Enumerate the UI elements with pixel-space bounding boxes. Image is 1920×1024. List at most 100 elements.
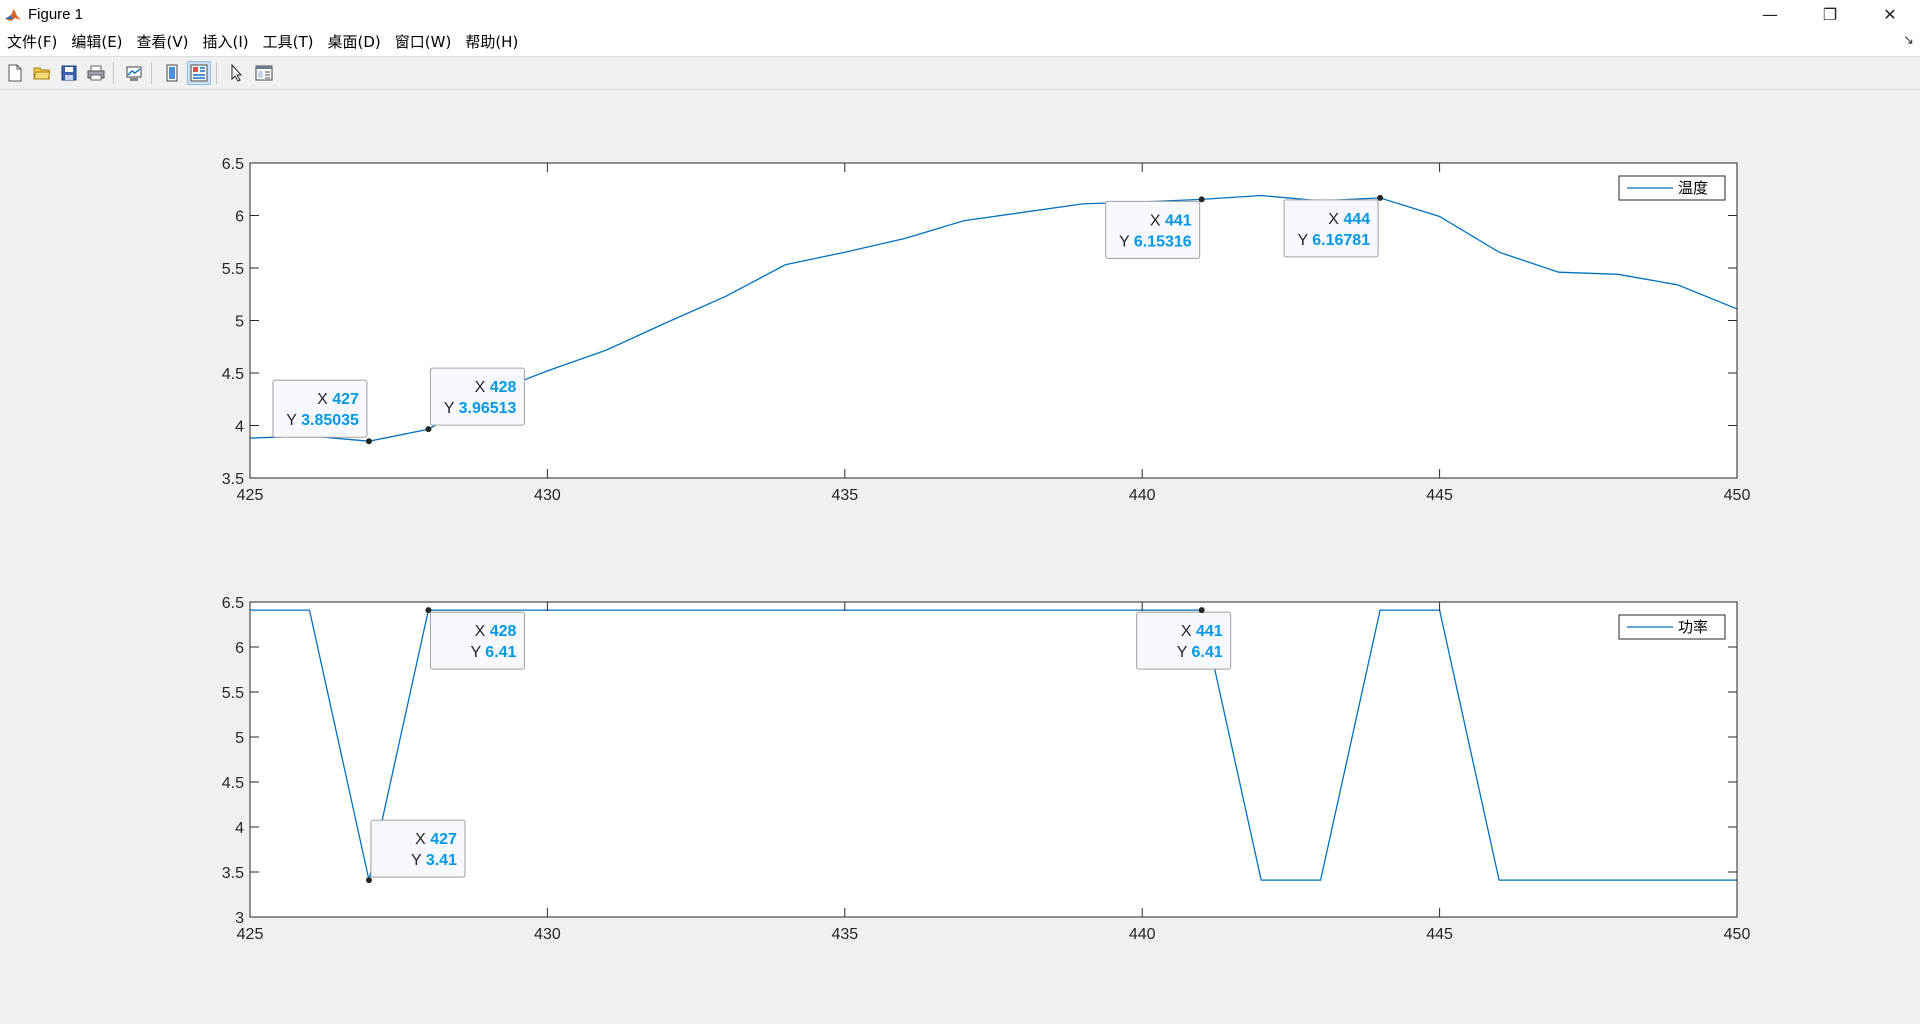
datatip-x-label: X: [475, 623, 490, 640]
datatip-x-row: X 441: [1150, 212, 1192, 229]
datatip-y-value: 3.96513: [459, 400, 517, 417]
datatip-y-value: 3.85035: [301, 412, 359, 429]
datatip[interactable]: X 427 Y 3.85035: [272, 379, 372, 445]
x-tick-label: 440: [1129, 487, 1156, 504]
datatip-marker[interactable]: [1198, 607, 1205, 614]
new-figure-button[interactable]: [3, 61, 27, 85]
x-tick-label: 440: [1129, 926, 1156, 943]
y-tick-label: 3.5: [222, 865, 244, 882]
legend[interactable]: 温度: [1618, 175, 1726, 201]
x-tick-label: 450: [1724, 926, 1751, 943]
y-tick-label: 6.5: [222, 156, 244, 173]
datatip-x-label: X: [475, 379, 490, 396]
datatip-y-label: Y: [444, 400, 459, 417]
y-tick-label: 4.5: [222, 775, 244, 792]
axes-2[interactable]: 425 430 435 440 445 450 3 3.5 4 4.5 5 5.5 6 6.5 功率 X 42…: [222, 595, 1751, 943]
menu-window[interactable]: 窗口(W): [388, 29, 459, 56]
axes-background: [250, 163, 1737, 478]
datatip-y-label: Y: [1119, 233, 1134, 250]
edit-plot-pointer-icon: [231, 64, 243, 82]
datatip-y-row: Y 3.41: [411, 852, 457, 869]
datatip-y-label: Y: [411, 852, 426, 869]
y-tick-label: 5: [235, 314, 244, 331]
datatip-x-label: X: [1150, 212, 1165, 229]
window-title: Figure 1: [28, 6, 84, 23]
axes-1[interactable]: 425 430 435 440 445 450 3.5 4 4.5 5 5.5 6 6.5 温度 X 427…: [222, 156, 1751, 504]
datatip-y-row: Y 3.85035: [286, 412, 359, 429]
datatip[interactable]: X 428 Y 6.41: [425, 607, 525, 670]
legend-entry: 温度: [1678, 180, 1708, 197]
minimize-button[interactable]: —: [1740, 0, 1800, 29]
datatip-x-value: 441: [1196, 623, 1223, 640]
datatip-x-row: X 427: [415, 831, 457, 848]
datatip-y-row: Y 3.96513: [444, 400, 517, 417]
y-tick-label: 6: [235, 209, 244, 226]
datatip[interactable]: X 441Y 6.41: [1136, 607, 1232, 670]
property-inspector-button[interactable]: [252, 61, 276, 85]
save-icon: [61, 65, 77, 81]
datatip-y-label: Y: [286, 412, 301, 429]
menu-insert[interactable]: 插入(I): [196, 29, 256, 56]
y-tick-label: 5.5: [222, 261, 244, 278]
datatip-x-value: 428: [490, 379, 517, 396]
y-tick-label: 5: [235, 730, 244, 747]
datatip-marker[interactable]: [1377, 194, 1384, 201]
menu-edit[interactable]: 编辑(E): [64, 29, 129, 56]
datatip-y-row: Y 6.41: [470, 644, 516, 661]
datatip[interactable]: X 444 Y 6.16781: [1283, 194, 1384, 258]
link-plot-icon: [126, 66, 142, 81]
y-tick-label: 4.5: [222, 366, 244, 383]
restore-icon: ❐: [1822, 5, 1838, 24]
property-inspector-icon: [255, 65, 273, 81]
datatip-y-value: 6.41: [485, 644, 516, 661]
x-tick-label: 445: [1426, 926, 1453, 943]
print-icon: [87, 65, 105, 81]
restore-button[interactable]: ❐: [1800, 0, 1860, 29]
datatip-y-label: Y: [1177, 644, 1192, 661]
menu-file[interactable]: 文件(F): [0, 29, 64, 56]
datatip-x-row: X 428: [475, 623, 517, 640]
datatip-marker[interactable]: [365, 438, 372, 445]
datatip-x-row: X 444: [1328, 211, 1370, 228]
new-figure-icon: [8, 64, 22, 82]
x-tick-label: 450: [1724, 487, 1751, 504]
x-tick-label: 425: [237, 487, 264, 504]
x-tick-label: 425: [237, 926, 264, 943]
toolbar-separator: [113, 62, 114, 84]
menu-view[interactable]: 查看(V): [130, 29, 196, 56]
datatip-y-value: 6.15316: [1134, 233, 1192, 250]
print-button[interactable]: [84, 61, 108, 85]
datatip[interactable]: X 428 Y 3.96513: [425, 367, 525, 433]
x-tick-label: 430: [534, 487, 561, 504]
datatip-marker[interactable]: [365, 877, 372, 884]
x-tick-label: 435: [831, 487, 858, 504]
close-button[interactable]: ✕: [1860, 0, 1920, 29]
close-icon: ✕: [1883, 5, 1897, 24]
datatip-x-label: X: [415, 831, 430, 848]
edit-plot-button[interactable]: [225, 61, 249, 85]
dock-figure-icon[interactable]: ↘: [1903, 33, 1914, 48]
y-tick-label: 4: [235, 820, 244, 837]
x-tick-label: 445: [1426, 487, 1453, 504]
datatip-y-row: Y 6.15316: [1119, 233, 1192, 250]
menu-desktop[interactable]: 桌面(D): [321, 29, 388, 56]
hide-plot-tools-icon: [166, 64, 178, 82]
datatip-marker[interactable]: [1198, 196, 1205, 203]
hide-plot-tools-button[interactable]: [160, 61, 184, 85]
datatip-x-label: X: [1181, 623, 1196, 640]
y-tick-label: 5.5: [222, 685, 244, 702]
open-file-button[interactable]: [30, 61, 54, 85]
datatip-y-row: Y 6.41: [1177, 644, 1223, 661]
datatip-y-value: 6.41: [1192, 644, 1223, 661]
y-tick-label: 6: [235, 640, 244, 657]
legend[interactable]: 功率: [1618, 614, 1726, 640]
datatip-marker[interactable]: [425, 607, 432, 614]
show-plot-tools-button[interactable]: [187, 61, 211, 85]
save-button[interactable]: [57, 61, 81, 85]
datatip[interactable]: X 441 Y 6.15316: [1105, 196, 1205, 259]
link-plot-button[interactable]: [122, 61, 146, 85]
datatip-marker[interactable]: [425, 426, 432, 433]
menu-help[interactable]: 帮助(H): [458, 29, 525, 56]
menu-tools[interactable]: 工具(T): [256, 29, 321, 56]
datatip[interactable]: X 427 Y 3.41: [365, 819, 466, 884]
